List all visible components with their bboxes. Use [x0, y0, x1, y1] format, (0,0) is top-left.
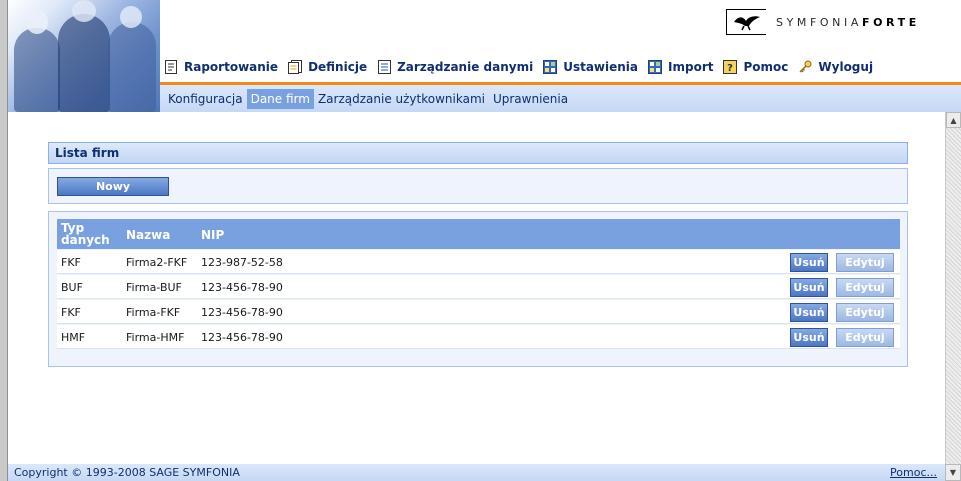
cell-nip: 123-987-52-58: [201, 256, 283, 269]
menu-wyloguj[interactable]: Wyloguj: [798, 60, 873, 75]
copyright-text: Copyright © 1993-2008 SAGE SYMFONIA: [14, 466, 240, 479]
edit-button[interactable]: Edytuj: [836, 253, 894, 272]
menu-import[interactable]: Import: [648, 60, 713, 75]
panel-title: Lista firm: [48, 142, 908, 164]
edit-button[interactable]: Edytuj: [836, 328, 894, 347]
symfonia-logo: SYMFONIAFORTE: [726, 9, 920, 35]
table-header: Typ danych Nazwa NIP: [57, 219, 900, 249]
cell-typ: FKF: [61, 306, 81, 319]
cell-typ: BUF: [61, 281, 83, 294]
cell-typ: HMF: [61, 331, 86, 344]
header-photo: [8, 0, 160, 112]
svg-text:?: ?: [728, 63, 734, 74]
edit-button[interactable]: Edytuj: [836, 278, 894, 297]
edit-button[interactable]: Edytuj: [836, 303, 894, 322]
cell-nazwa: Firma-BUF: [126, 281, 182, 294]
cell-typ: FKF: [61, 256, 81, 269]
sub-menu: Konfiguracja Dane firm Zarządzanie użytk…: [160, 85, 961, 112]
data-management-icon: [377, 60, 391, 75]
tab-dane-firm[interactable]: Dane firm: [246, 88, 314, 109]
menu-raportowanie[interactable]: Raportowanie: [164, 60, 278, 75]
cell-nip: 123-456-78-90: [201, 306, 283, 319]
cell-nazwa: Firma-HMF: [126, 331, 185, 344]
delete-button[interactable]: Usuń: [790, 253, 828, 272]
cell-nazwa: Firma2-FKF: [126, 256, 188, 269]
column-header-nip: NIP: [201, 228, 225, 242]
scroll-down-arrow-icon[interactable]: ▼: [945, 464, 961, 481]
menu-definicje[interactable]: Definicje: [288, 60, 367, 75]
column-header-typ: Typ danych: [61, 221, 110, 247]
help-icon: ?: [723, 60, 738, 75]
table-row: FKF Firma2-FKF 123-987-52-58 Usuń Edytuj: [57, 250, 900, 274]
cell-nazwa: Firma-FKF: [126, 306, 181, 319]
tab-konfiguracja[interactable]: Konfiguracja: [164, 89, 247, 109]
vertical-scrollbar[interactable]: ▲: [945, 112, 961, 464]
menu-pomoc[interactable]: ? Pomoc: [723, 60, 788, 75]
help-link[interactable]: Pomoc...: [890, 466, 937, 479]
import-icon: [648, 60, 663, 75]
report-icon: [164, 60, 178, 75]
companies-table: Typ danych Nazwa NIP FKF Firma2-FKF 123-…: [48, 211, 908, 367]
new-button[interactable]: Nowy: [57, 177, 169, 196]
cell-nip: 123-456-78-90: [201, 281, 283, 294]
menu-zarzadzanie-danymi[interactable]: Zarządzanie danymi: [377, 60, 533, 75]
table-row: BUF Firma-BUF 123-456-78-90 Usuń Edytuj: [57, 275, 900, 299]
delete-button[interactable]: Usuń: [790, 278, 828, 297]
bird-logo-icon: [726, 9, 766, 35]
menu-ustawienia[interactable]: Ustawienia: [543, 60, 638, 75]
table-row: FKF Firma-FKF 123-456-78-90 Usuń Edytuj: [57, 300, 900, 324]
main-menu: Raportowanie Definicje Zarządzanie danym…: [160, 54, 961, 80]
delete-button[interactable]: Usuń: [790, 303, 828, 322]
footer: Copyright © 1993-2008 SAGE SYMFONIA Pomo…: [8, 464, 945, 481]
table-row: HMF Firma-HMF 123-456-78-90 Usuń Edytuj: [57, 325, 900, 349]
cell-nip: 123-456-78-90: [201, 331, 283, 344]
definitions-icon: [288, 60, 303, 75]
logout-key-icon: [798, 60, 812, 75]
tab-uprawnienia[interactable]: Uprawnienia: [489, 89, 572, 109]
delete-button[interactable]: Usuń: [790, 328, 828, 347]
app-header: SYMFONIAFORTE Raportowanie Definicje Zar…: [0, 0, 961, 112]
scroll-up-arrow-icon[interactable]: ▲: [946, 112, 961, 128]
tab-zarzadzanie-uzytkownikami[interactable]: Zarządzanie użytkownikami: [314, 89, 489, 109]
settings-icon: [543, 60, 558, 75]
logo-text: SYMFONIAFORTE: [776, 15, 920, 29]
column-header-nazwa: Nazwa: [126, 228, 171, 242]
toolbar: Nowy: [48, 168, 908, 204]
